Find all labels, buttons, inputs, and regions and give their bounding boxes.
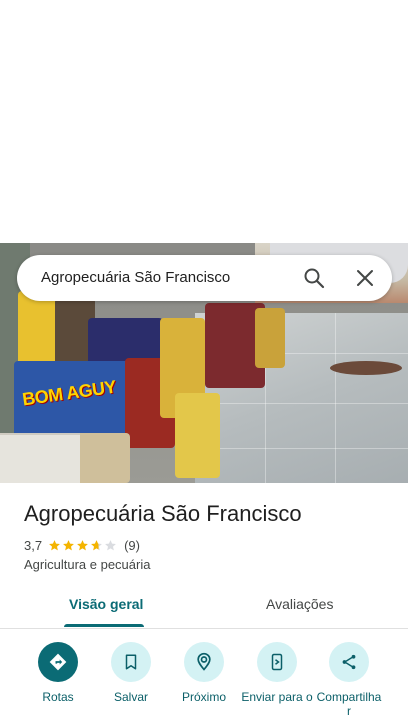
directions-icon (38, 642, 78, 682)
active-tab-indicator (64, 624, 144, 627)
star-icon (49, 539, 60, 550)
nearby-label: Próximo (181, 690, 226, 704)
place-title: Agropecuária São Francisco (24, 501, 302, 526)
share-label: Compartilha r (316, 690, 382, 718)
rating-row[interactable]: 3,7 (9) (24, 536, 140, 554)
search-icon[interactable] (302, 266, 326, 290)
share-icon (329, 642, 369, 682)
search-input[interactable]: Agropecuária São Francisco (41, 269, 230, 286)
rating-stars (48, 539, 118, 552)
star-icon (105, 539, 116, 550)
bookmark-icon (111, 642, 151, 682)
nearby-icon (184, 642, 224, 682)
send-to-phone-label: Enviar para o (241, 690, 313, 704)
tab-reviews[interactable]: Avaliações (266, 596, 333, 612)
map-area-blank (0, 0, 408, 243)
close-icon[interactable] (353, 266, 377, 290)
save-label: Salvar (113, 690, 148, 704)
send-to-phone-button[interactable]: Enviar para o (237, 642, 317, 704)
tab-overview[interactable]: Visão geral (69, 596, 143, 612)
review-count: (9) (124, 537, 140, 553)
door-mat (330, 361, 402, 375)
star-icon (91, 539, 102, 550)
star-icon (63, 539, 74, 550)
send-to-phone-icon (257, 642, 297, 682)
directions-button[interactable]: Rotas (18, 642, 98, 704)
star-icon (77, 539, 88, 550)
place-category: Agricultura e pecuária (24, 557, 151, 572)
share-button[interactable]: Compartilha r (309, 642, 389, 718)
search-bar[interactable]: Agropecuária São Francisco (17, 255, 392, 301)
directions-label: Rotas (42, 690, 74, 704)
feed-bag (255, 308, 285, 368)
nearby-button[interactable]: Próximo (164, 642, 244, 704)
save-button[interactable]: Salvar (91, 642, 171, 704)
tab-bar: Visão geral Avaliações (0, 584, 408, 629)
feed-bag (175, 393, 220, 478)
rating-value: 3,7 (24, 537, 43, 553)
shop-counter (0, 433, 80, 483)
